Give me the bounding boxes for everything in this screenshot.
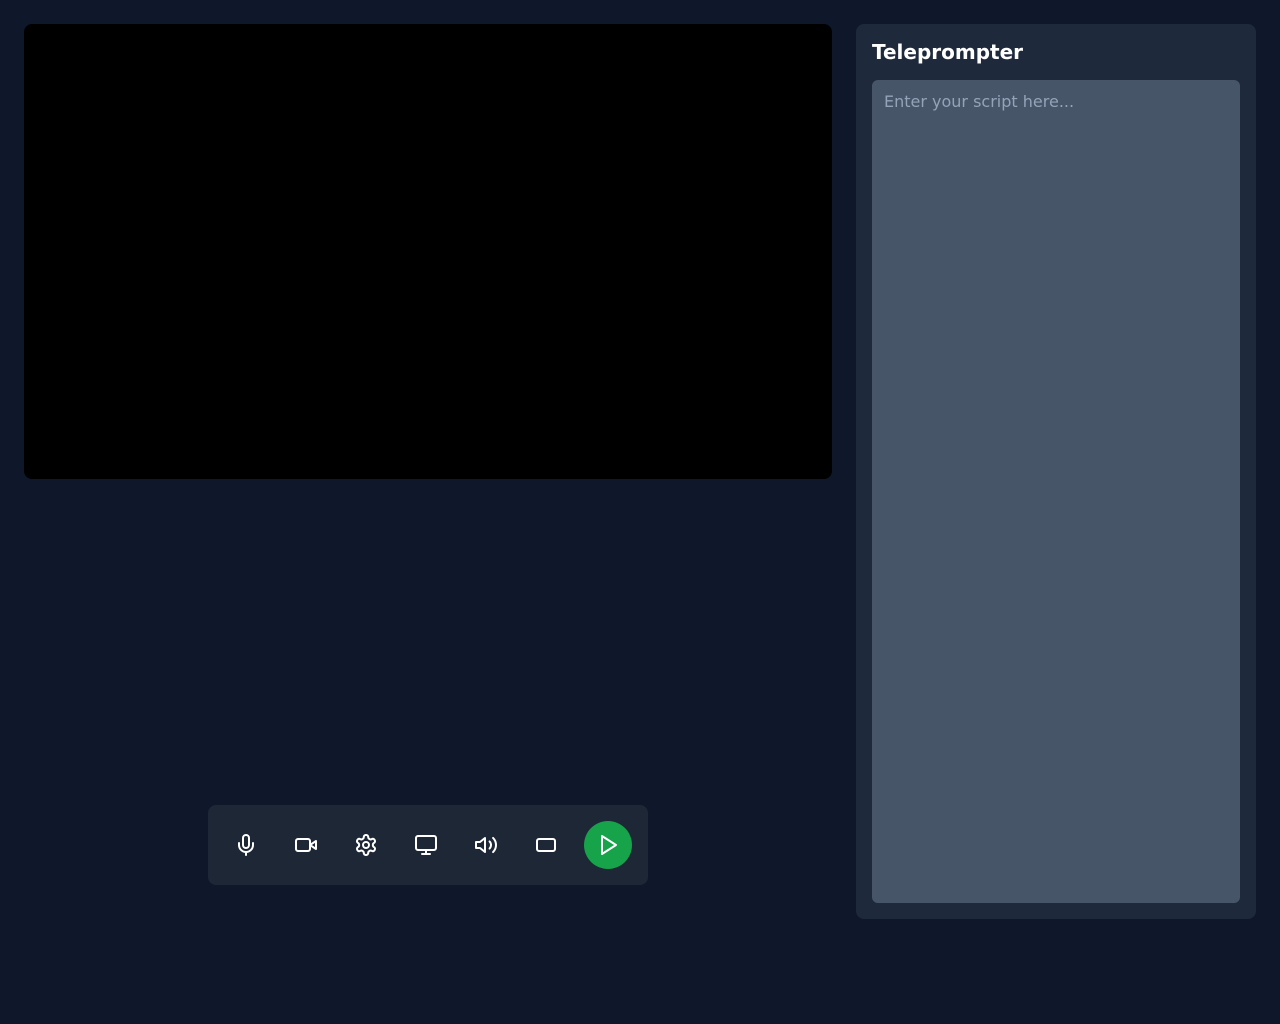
control-toolbar	[208, 805, 648, 885]
mic-icon	[234, 833, 258, 857]
mic-button[interactable]	[224, 823, 268, 867]
rectangle-icon	[534, 833, 558, 857]
settings-button[interactable]	[344, 823, 388, 867]
video-preview	[24, 24, 832, 479]
video-icon	[294, 833, 318, 857]
monitor-icon	[414, 833, 438, 857]
play-icon	[596, 833, 620, 857]
teleprompter-toggle-button[interactable]	[524, 823, 568, 867]
volume-icon	[474, 833, 498, 857]
video-panel	[24, 24, 832, 1000]
teleprompter-panel: Teleprompter	[856, 24, 1256, 919]
monitor-button[interactable]	[404, 823, 448, 867]
video-button[interactable]	[284, 823, 328, 867]
script-input[interactable]	[872, 80, 1240, 903]
gear-icon	[354, 833, 378, 857]
teleprompter-title: Teleprompter	[872, 40, 1240, 64]
volume-button[interactable]	[464, 823, 508, 867]
play-button[interactable]	[584, 821, 632, 869]
